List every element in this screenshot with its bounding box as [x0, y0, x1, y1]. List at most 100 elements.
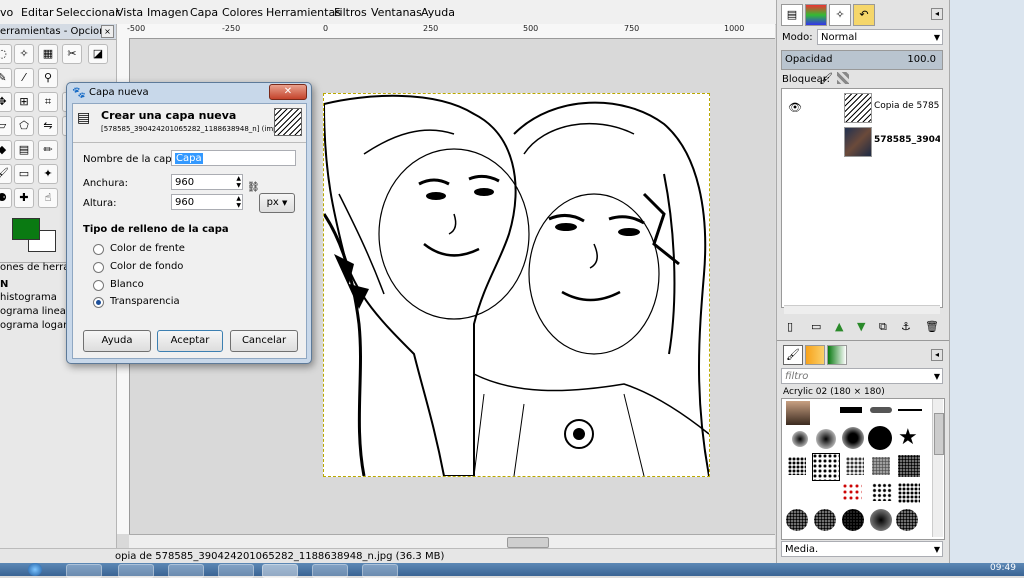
spinner-arrows-icon[interactable]: ▲ ▼	[236, 175, 241, 189]
layer-row[interactable]: 578585_39042420...	[782, 125, 942, 157]
fill-foreground-radio[interactable]	[93, 244, 104, 255]
flip-icon[interactable]: ⇋	[38, 116, 58, 136]
scrollbar-thumb[interactable]	[934, 413, 944, 455]
brush-thumb[interactable]	[872, 457, 890, 475]
fuzzy-select-icon[interactable]: ✧	[14, 44, 34, 64]
dock-menu-icon[interactable]: ◂	[931, 349, 943, 361]
brushes-grid[interactable]: ★	[781, 398, 945, 540]
brush-thumb[interactable]	[816, 429, 836, 449]
new-group-icon[interactable]: ▭	[811, 320, 821, 333]
brush-thumb[interactable]	[842, 509, 864, 531]
chain-link-icon[interactable]: ⛓	[247, 182, 260, 193]
ok-button[interactable]: Aceptar	[157, 330, 223, 352]
fill-background-radio[interactable]	[93, 262, 104, 273]
layers-hscrollbar[interactable]	[784, 305, 940, 314]
fill-background-label[interactable]: Color de fondo	[110, 261, 183, 272]
layer-name-input[interactable]: Capa	[171, 150, 296, 166]
raise-layer-icon[interactable]: ▲	[835, 320, 843, 333]
brush-thumb[interactable]	[788, 457, 806, 475]
menu-filtros[interactable]: Filtros	[334, 6, 367, 19]
spinner-arrows-icon[interactable]: ▲ ▼	[236, 195, 241, 209]
layer-name[interactable]: Copia de 578585_39...	[874, 101, 940, 111]
menu-imagen[interactable]: Imagen	[147, 6, 188, 19]
foreground-color-swatch[interactable]	[12, 218, 40, 240]
width-spinner[interactable]: 960 ▲ ▼	[171, 174, 243, 190]
select-by-color-icon[interactable]: ▦	[38, 44, 58, 64]
foreground-select-icon[interactable]: ◪	[88, 44, 108, 64]
mode-select[interactable]: Normal ▼	[817, 29, 943, 45]
channels-tab-icon[interactable]	[805, 4, 827, 26]
dock-menu-icon[interactable]: ◂	[931, 8, 943, 20]
delete-layer-icon[interactable]: 🗑	[925, 320, 939, 333]
airbrush-icon[interactable]: ✦	[38, 164, 58, 184]
menu-seleccionar[interactable]: Seleccionar	[56, 6, 120, 19]
menu-vista[interactable]: Vista	[116, 6, 143, 19]
menu-colores[interactable]: Colores	[222, 6, 263, 19]
brush-thumb[interactable]	[898, 409, 922, 411]
perspective-icon[interactable]: ⬠	[14, 116, 34, 136]
brush-thumb[interactable]	[898, 483, 920, 503]
fill-white-radio[interactable]	[93, 280, 104, 291]
brushes-tab-icon[interactable]: 🖌	[783, 345, 803, 365]
menu-ventanas[interactable]: Ventanas	[371, 6, 422, 19]
patterns-tab-icon[interactable]	[805, 345, 825, 365]
star-brush-icon[interactable]: ★	[898, 425, 918, 450]
dialog-close-button[interactable]: ✕	[269, 84, 307, 100]
linear-histogram-item[interactable]: ograma lineal	[0, 306, 69, 317]
move-icon[interactable]: ✥	[0, 92, 12, 112]
brush-thumb[interactable]	[842, 483, 862, 501]
menu-archivo[interactable]: vo	[0, 6, 13, 19]
fill-transparency-label[interactable]: Transparencia	[110, 296, 180, 307]
visibility-eye-icon[interactable]: 👁	[788, 101, 802, 114]
fill-white-label[interactable]: Blanco	[110, 279, 144, 290]
help-button[interactable]: Ayuda	[83, 330, 151, 352]
color-picker-icon[interactable]: ⁄	[14, 68, 34, 88]
new-layer-icon[interactable]: ▯	[787, 320, 793, 333]
layer-name[interactable]: 578585_39042420...	[874, 135, 940, 145]
brush-thumb[interactable]	[868, 426, 892, 450]
layers-tab-icon[interactable]: ▤	[781, 4, 803, 26]
brush-thumb-photo[interactable]	[786, 401, 810, 425]
brush-thumb[interactable]	[896, 509, 918, 531]
brush-thumb[interactable]	[840, 407, 862, 413]
cancel-button[interactable]: Cancelar	[230, 330, 298, 352]
lock-brush-icon[interactable]: 🖌	[819, 72, 833, 85]
brushes-vscrollbar[interactable]	[932, 399, 944, 537]
anchor-icon[interactable]: ⚓	[901, 320, 911, 333]
brush-thumb-selected[interactable]	[812, 453, 840, 481]
unit-select[interactable]: px ▼	[259, 193, 295, 213]
lower-layer-icon[interactable]: ▼	[857, 320, 865, 333]
fill-transparency-radio[interactable]	[93, 297, 104, 308]
brush-thumb[interactable]	[842, 427, 864, 449]
crop-icon[interactable]: ⌗	[38, 92, 58, 112]
scrollbar-thumb[interactable]	[507, 537, 549, 548]
brush-filter-input[interactable]: filtro ▼	[781, 368, 943, 384]
pencil-icon[interactable]: ✏	[38, 140, 58, 160]
menu-editar[interactable]: Editar	[21, 6, 54, 19]
brush-size-select[interactable]: Media. ▼	[781, 541, 943, 557]
scissors-icon[interactable]: ✂	[62, 44, 82, 64]
paintbrush-icon[interactable]: 🖌	[0, 164, 12, 184]
lock-alpha-icon[interactable]	[837, 72, 849, 84]
duplicate-layer-icon[interactable]: ⧉	[879, 320, 887, 334]
brush-thumb[interactable]	[814, 509, 836, 531]
menu-capa[interactable]: Capa	[190, 6, 218, 19]
opacity-slider[interactable]: Opacidad 100.0	[781, 50, 943, 70]
shear-icon[interactable]: ▱	[0, 116, 12, 136]
histogram-item[interactable]: histograma	[0, 292, 57, 303]
brush-thumb[interactable]	[792, 431, 808, 447]
fill-foreground-label[interactable]: Color de frente	[110, 243, 185, 254]
paths-tab-icon[interactable]: ✧	[829, 4, 851, 26]
close-icon[interactable]: ×	[101, 25, 114, 38]
eraser-icon[interactable]: ▭	[14, 164, 34, 184]
align-icon[interactable]: ⊞	[14, 92, 34, 112]
paths-icon[interactable]: ✎	[0, 68, 12, 88]
menu-ayuda[interactable]: Ayuda	[421, 6, 455, 19]
undo-tab-icon[interactable]: ↶	[853, 4, 875, 26]
brush-thumb[interactable]	[786, 509, 808, 531]
heal-icon[interactable]: ✚	[14, 188, 34, 208]
layer-row[interactable]: 👁 Copia de 578585_39...	[782, 91, 942, 123]
smudge-icon[interactable]: ☝	[38, 188, 58, 208]
clone-icon[interactable]: ⚈	[0, 188, 12, 208]
zoom-icon[interactable]: ⚲	[38, 68, 58, 88]
